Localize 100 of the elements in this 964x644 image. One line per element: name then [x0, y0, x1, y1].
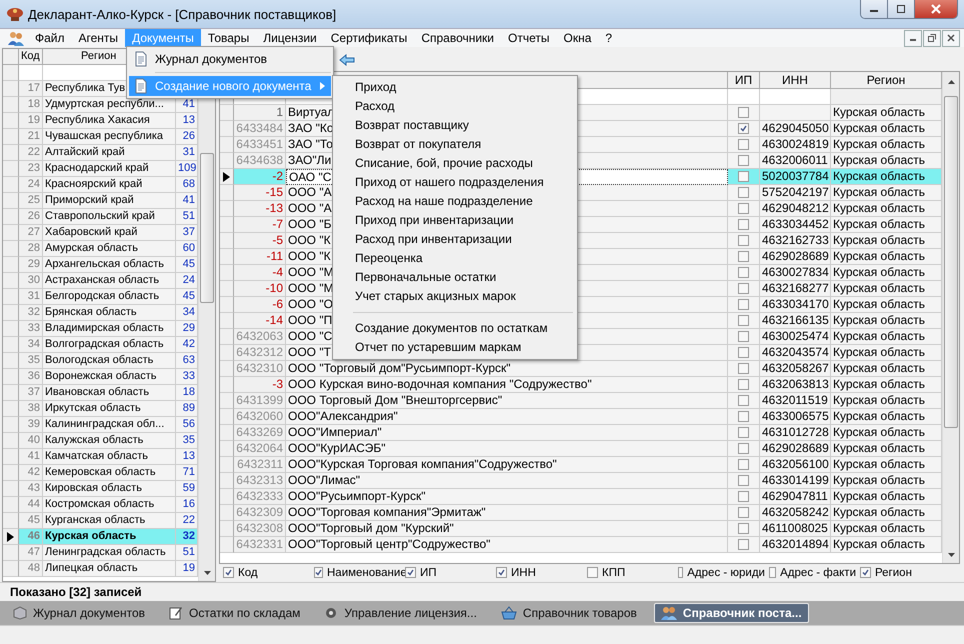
column-checkbox[interactable]: Код: [219, 566, 310, 578]
checkbox[interactable]: [738, 523, 749, 534]
checkbox[interactable]: [738, 203, 749, 214]
table-row[interactable]: 6432064 ООО"КурИАСЭБ" 4629028689 Курская область: [220, 441, 942, 457]
table-row[interactable]: 33 Владимирская область 29: [3, 321, 198, 337]
menu-item[interactable]: Лицензии: [256, 29, 324, 47]
table-row[interactable]: 35 Вологодская область 63: [3, 353, 198, 369]
checkbox[interactable]: [738, 155, 749, 166]
column-checkbox[interactable]: Адрес - юриди: [674, 566, 765, 578]
checkbox[interactable]: [738, 331, 749, 342]
checkbox[interactable]: [738, 283, 749, 294]
menu-item[interactable]: Справочники: [414, 29, 502, 47]
column-header[interactable]: Код: [19, 49, 43, 65]
column-header[interactable]: Регион: [831, 72, 942, 89]
table-row[interactable]: 26 Ставропольский край 51: [3, 209, 198, 225]
checkbox[interactable]: [738, 187, 749, 198]
table-row[interactable]: 47 Ленинградская область 51: [3, 545, 198, 561]
scroll-thumb[interactable]: [944, 96, 958, 428]
close-button[interactable]: [942, 30, 960, 46]
table-row[interactable]: 24 Красноярский край 68: [3, 177, 198, 193]
column-checkbox[interactable]: Адрес - факти: [765, 566, 856, 578]
filter-field[interactable]: [760, 89, 831, 105]
checkbox[interactable]: [738, 363, 749, 374]
table-row[interactable]: 43 Кировская область 59: [3, 481, 198, 497]
table-row[interactable]: 6432333 ООО"Русьимпорт-Курск" 4629047811 Курская область: [220, 489, 942, 505]
menu-item[interactable]: Агенты: [72, 29, 126, 47]
table-row[interactable]: 46 Курская область 32: [3, 529, 198, 545]
maximize-button[interactable]: [888, 0, 915, 18]
table-row[interactable]: 39 Калининградская обл... 56: [3, 417, 198, 433]
menu-item[interactable]: Переоценка: [333, 249, 577, 268]
table-row[interactable]: 6432308 ООО"Торговый дом "Курский" 4611008025 Курская область: [220, 521, 942, 537]
checkbox[interactable]: [738, 219, 749, 230]
checkbox[interactable]: [738, 299, 749, 310]
table-row[interactable]: 21 Чувашская республика 26: [3, 129, 198, 145]
table-row[interactable]: 48 Липецкая область 19: [3, 561, 198, 577]
menu-item[interactable]: Приход: [333, 78, 577, 97]
checkbox[interactable]: [738, 379, 749, 390]
table-row[interactable]: 6432311 ООО"Курская Торговая компания"Содружество" 4632056100 Курская область: [220, 457, 942, 473]
checkbox[interactable]: [738, 427, 749, 438]
checkbox[interactable]: [738, 475, 749, 486]
table-row[interactable]: 40 Калужская область 35: [3, 433, 198, 449]
checkbox[interactable]: [738, 443, 749, 454]
checkbox[interactable]: [738, 139, 749, 150]
scroll-thumb[interactable]: [200, 153, 214, 303]
table-row[interactable]: 34 Волгоградская область 42: [3, 337, 198, 353]
column-checkbox[interactable]: ИНН: [492, 566, 583, 578]
table-row[interactable]: 37 Ивановская область 18: [3, 385, 198, 401]
menu-item[interactable]: ?: [598, 29, 620, 47]
column-header[interactable]: ИП: [728, 72, 760, 89]
minimize-button[interactable]: [861, 0, 888, 18]
window-tab[interactable]: Справочник товаров: [494, 603, 644, 623]
down-arrow-icon[interactable]: [204, 571, 210, 575]
window-tab[interactable]: Остатки по складам: [162, 603, 308, 623]
filter-field[interactable]: [728, 89, 760, 105]
checkbox[interactable]: [738, 347, 749, 358]
checkbox[interactable]: [738, 315, 749, 326]
table-row[interactable]: 6432309 ООО"Торговая компания"Эрмитаж" 4632058242 Курская область: [220, 505, 942, 521]
table-row[interactable]: 6431399 ООО Торговый Дом "Внешторгсервис" 4632011519 Курская область: [220, 393, 942, 409]
checkbox[interactable]: [738, 235, 749, 246]
column-checkbox[interactable]: Регион: [856, 566, 947, 578]
menu-item[interactable]: Отчеты: [501, 29, 556, 47]
menu-item[interactable]: Окна: [556, 29, 598, 47]
minimize-button[interactable]: [904, 30, 922, 46]
table-row[interactable]: 44 Костромская область 16: [3, 497, 198, 513]
table-row[interactable]: 6432313 ООО"Лимас" 4633014199 Курская область: [220, 473, 942, 489]
menu-item[interactable]: Возврат от покупателя: [333, 135, 577, 154]
menu-item[interactable]: Файл: [28, 29, 72, 47]
down-arrow-icon[interactable]: [948, 553, 954, 557]
scrollbar[interactable]: [942, 72, 959, 563]
table-row[interactable]: 22 Алтайский край 31: [3, 145, 198, 161]
menu-item[interactable]: Расход при инвентаризации: [333, 230, 577, 249]
table-row[interactable]: 45 Курганская область 22: [3, 513, 198, 529]
window-tab[interactable]: Управление лицензия...: [317, 603, 484, 623]
table-row[interactable]: 6432331 ООО"Торговый центр"Содружество" 4632014894 Курская область: [220, 537, 942, 553]
table-row[interactable]: 36 Воронежская область 33: [3, 369, 198, 385]
checkbox[interactable]: [738, 267, 749, 278]
table-row[interactable]: 38 Иркутская область 89: [3, 401, 198, 417]
table-row[interactable]: -3 ООО Курская вино-водочная компания "Содружество" 4632063813 Курская область: [220, 377, 942, 393]
checkbox[interactable]: [738, 507, 749, 518]
checkbox[interactable]: [738, 251, 749, 262]
table-row[interactable]: 28 Амурская область 60: [3, 241, 198, 257]
table-row[interactable]: 32 Брянская область 34: [3, 305, 198, 321]
checkbox[interactable]: [738, 539, 749, 550]
table-row[interactable]: 41 Камчатская область 13: [3, 449, 198, 465]
window-tab[interactable]: Справочник поста...: [654, 603, 809, 623]
table-row[interactable]: 42 Кемеровская область 71: [3, 465, 198, 481]
back-arrow-icon[interactable]: [339, 54, 355, 66]
column-header[interactable]: ИНН: [760, 72, 831, 89]
checkbox[interactable]: [738, 107, 749, 118]
checkbox[interactable]: [738, 411, 749, 422]
window-tab[interactable]: Журнал документов: [6, 603, 152, 623]
menu-item[interactable]: Сертификаты: [324, 29, 414, 47]
up-arrow-icon[interactable]: [948, 80, 954, 84]
table-row[interactable]: 19 Республика Хакасия 13: [3, 113, 198, 129]
table-row[interactable]: 6433269 ООО"Империал" 4631012728 Курская область: [220, 425, 942, 441]
table-row[interactable]: 23 Краснодарский край 109: [3, 161, 198, 177]
table-row[interactable]: 29 Архангельская область 45: [3, 257, 198, 273]
checkbox[interactable]: [738, 459, 749, 470]
table-row[interactable]: 6432310 ООО "Торговый дом"Русьимпорт-Курск" 4632058267 Курская область: [220, 361, 942, 377]
table-row[interactable]: 31 Белгородская область 45: [3, 289, 198, 305]
